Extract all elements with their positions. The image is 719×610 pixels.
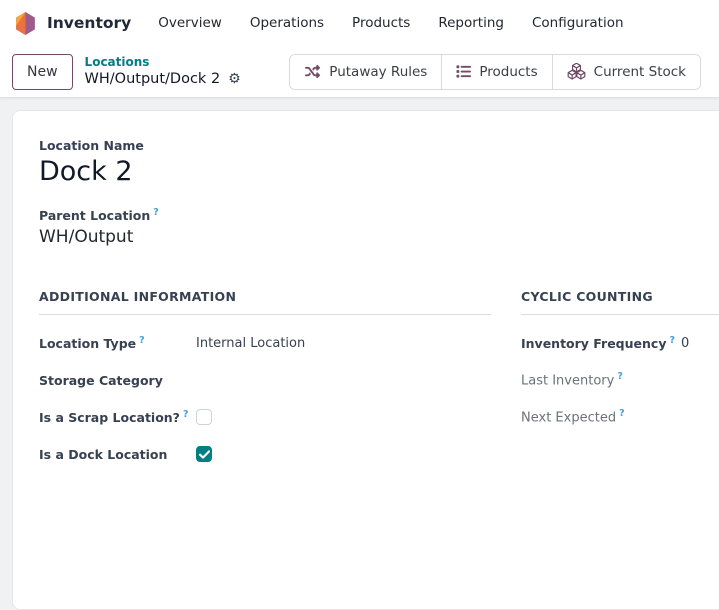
help-tooltip-icon: ? — [153, 207, 159, 218]
location-type-label: Location Type? — [39, 335, 196, 351]
shuffle-icon — [304, 64, 321, 79]
inventory-frequency-label: Inventory Frequency? — [521, 335, 681, 351]
breadcrumb-current: WH/Output/Dock 2 — [85, 70, 221, 88]
help-tooltip-icon: ? — [617, 371, 623, 382]
section-title-cyclic-counting: CYCLIC COUNTING — [521, 289, 719, 315]
field-row-location-type: Location Type? Internal Location — [39, 334, 491, 352]
is-scrap-location-checkbox[interactable] — [196, 409, 212, 425]
putaway-rules-label: Putaway Rules — [329, 64, 427, 80]
menu-overview[interactable]: Overview — [158, 15, 222, 31]
is-dock-location-checkbox[interactable] — [196, 446, 212, 462]
main-menu: Overview Operations Products Reporting C… — [158, 15, 623, 31]
menu-operations[interactable]: Operations — [250, 15, 324, 31]
field-row-inventory-frequency: Inventory Frequency? 0 — [521, 334, 719, 352]
breadcrumb-locations-link[interactable]: Locations — [85, 55, 241, 70]
next-expected-label: Next Expected? — [521, 408, 681, 425]
app-switcher[interactable]: Inventory — [13, 11, 131, 36]
help-tooltip-icon: ? — [139, 335, 145, 346]
field-row-storage-category: Storage Category — [39, 371, 491, 389]
products-button[interactable]: Products — [441, 55, 551, 89]
smart-buttons: Putaway Rules Products Current Stock — [289, 54, 701, 90]
additional-information-section: ADDITIONAL INFORMATION Location Type? In… — [39, 289, 491, 463]
location-form-sheet: Location Name Dock 2 Parent Location? WH… — [12, 110, 719, 610]
field-row-next-expected: Next Expected? — [521, 408, 719, 426]
current-stock-label: Current Stock — [594, 64, 686, 80]
help-tooltip-icon: ? — [669, 335, 675, 346]
breadcrumb: Locations WH/Output/Dock 2 ⚙ — [85, 55, 241, 88]
cyclic-counting-section: CYCLIC COUNTING Inventory Frequency? 0 L… — [521, 289, 719, 463]
products-label: Products — [479, 64, 537, 80]
control-panel: New Locations WH/Output/Dock 2 ⚙ Putaway… — [0, 46, 719, 98]
menu-products[interactable]: Products — [352, 15, 410, 31]
location-name-value[interactable]: Dock 2 — [39, 156, 719, 187]
location-type-value[interactable]: Internal Location — [196, 336, 305, 351]
is-scrap-location-label: Is a Scrap Location?? — [39, 409, 196, 425]
parent-location-label: Parent Location? — [39, 207, 719, 223]
putaway-rules-button[interactable]: Putaway Rules — [290, 55, 441, 89]
cubes-icon — [567, 63, 586, 80]
storage-category-label: Storage Category — [39, 372, 196, 388]
location-name-label: Location Name — [39, 138, 719, 153]
top-navbar: Inventory Overview Operations Products R… — [0, 0, 719, 46]
gear-icon[interactable]: ⚙ — [228, 72, 241, 86]
menu-reporting[interactable]: Reporting — [438, 15, 504, 31]
inventory-frequency-value[interactable]: 0 — [681, 336, 689, 351]
field-row-last-inventory: Last Inventory? — [521, 371, 719, 389]
app-name[interactable]: Inventory — [47, 14, 131, 32]
section-title-additional-information: ADDITIONAL INFORMATION — [39, 289, 491, 315]
field-row-is-dock-location: Is a Dock Location — [39, 445, 491, 463]
new-button[interactable]: New — [12, 54, 73, 90]
list-icon — [456, 64, 471, 79]
last-inventory-label: Last Inventory? — [521, 371, 681, 388]
field-row-is-scrap-location: Is a Scrap Location?? — [39, 408, 491, 426]
check-icon — [199, 450, 210, 459]
is-dock-location-label: Is a Dock Location — [39, 446, 196, 462]
current-stock-button[interactable]: Current Stock — [552, 55, 700, 89]
help-tooltip-icon: ? — [619, 408, 625, 419]
parent-location-value[interactable]: WH/Output — [39, 227, 719, 247]
inventory-app-icon — [13, 11, 38, 36]
help-tooltip-icon: ? — [183, 409, 189, 420]
menu-configuration[interactable]: Configuration — [532, 15, 624, 31]
